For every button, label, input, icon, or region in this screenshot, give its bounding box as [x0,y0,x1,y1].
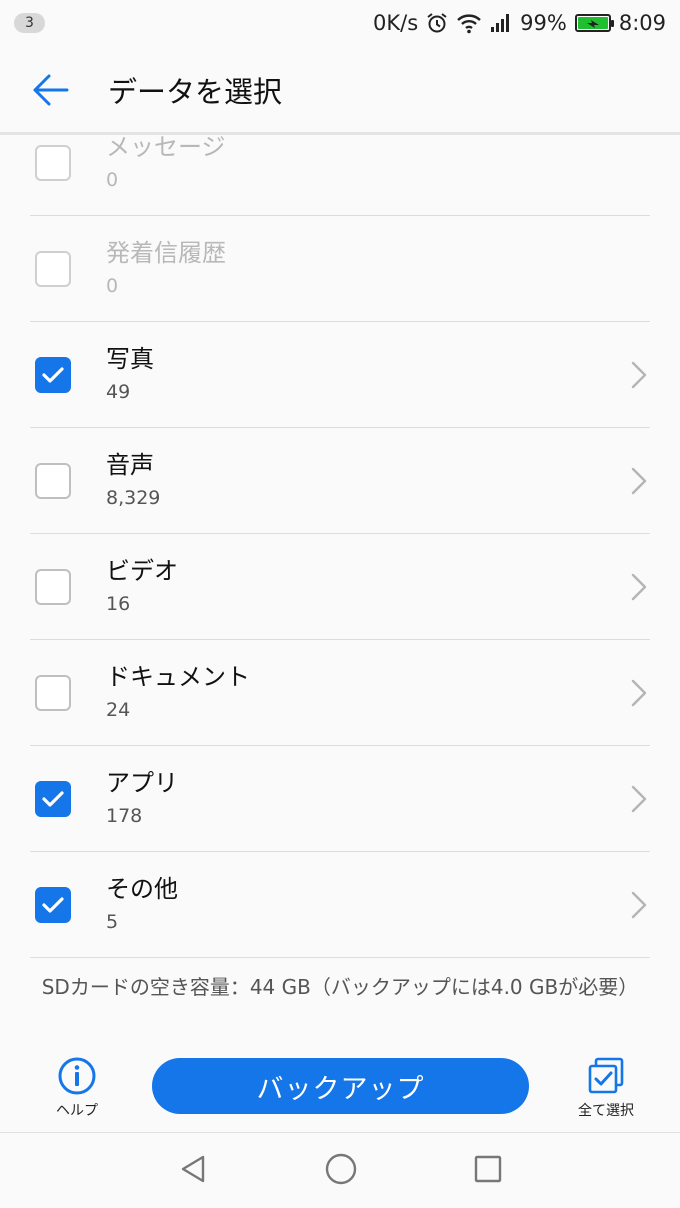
list-item-text: 発着信履歴 0 [106,238,226,298]
backup-button[interactable]: バックアップ [152,1058,529,1114]
list-item-count: 8,329 [106,487,161,509]
checkbox[interactable] [35,675,71,711]
status-bar: 3 0K/s 99% 8:09 [0,0,680,46]
chevron-right-icon [628,890,650,920]
row-divider [30,957,650,958]
system-nav-bar [0,1132,680,1208]
help-label: ヘルプ [56,1103,98,1119]
nav-recents-icon[interactable] [473,1154,503,1188]
storage-info: SDカードの空き容量：44 GB（バックアップには4.0 GBが必要） [41,975,639,999]
select-all-icon [588,1057,624,1094]
list-item-title: 発着信履歴 [106,239,226,267]
status-right: 0K/s 99% 8:09 [373,11,666,35]
list-item[interactable]: 写真 49 [0,322,680,428]
list-item[interactable]: ビデオ 16 [0,534,680,640]
list-item-title: アプリ [106,769,178,797]
nav-back-icon[interactable] [177,1153,209,1189]
battery-percent: 99% [520,11,567,35]
select-all-label: 全て選択 [578,1103,634,1119]
chevron-right-icon [628,678,650,708]
list-item-text: ドキュメント 24 [106,662,250,722]
checkbox[interactable] [35,251,71,287]
nav-home-icon[interactable] [324,1152,358,1190]
list-item[interactable]: その他 5 [0,852,680,958]
list-item[interactable]: ドキュメント 24 [0,640,680,746]
chevron-right-icon [628,784,650,814]
checkbox[interactable] [35,463,71,499]
screen: 3 0K/s 99% 8:09 データを選択 メッセージ 0 発着信履歴 0 写… [0,0,680,1208]
checkmark-icon [42,367,64,383]
chevron-right-icon [628,466,650,496]
clock: 8:09 [618,11,666,35]
page-title: データを選択 [108,75,283,109]
arrow-left-icon [33,74,69,106]
list-item-count: 49 [106,381,131,403]
list-item[interactable]: メッセージ 0 [0,110,680,216]
notification-count-badge: 3 [14,13,45,33]
checkbox[interactable] [35,569,71,605]
list-item-text: その他 5 [106,874,178,934]
list-item-title: ビデオ [106,557,178,585]
select-all-button[interactable]: 全て選択 [568,1056,644,1120]
list-item-title: 音声 [106,451,154,479]
list-item-text: アプリ 178 [106,768,178,828]
list-item[interactable]: 音声 8,329 [0,428,680,534]
list-item-text: メッセージ 0 [106,132,226,192]
list-item[interactable]: アプリ 178 [0,746,680,852]
list-item-title: 写真 [106,345,154,373]
list-item-title: メッセージ [106,133,226,161]
info-icon [58,1057,96,1095]
list-item-count: 16 [106,593,131,615]
list-item-count: 178 [106,805,143,827]
chevron-right-icon [628,572,650,602]
help-button[interactable]: ヘルプ [42,1056,112,1120]
battery-icon [574,14,614,32]
list-item-count: 24 [106,699,131,721]
list-item-text: ビデオ 16 [106,556,178,616]
checkbox[interactable] [35,887,71,923]
checkbox[interactable] [35,145,71,181]
list-item-count: 5 [106,911,119,933]
list-item-text: 写真 49 [106,344,154,404]
checkmark-icon [42,791,64,807]
checkmark-icon [42,897,64,913]
checkbox[interactable] [35,781,71,817]
signal-icon [490,13,512,33]
data-type-list: メッセージ 0 発着信履歴 0 写真 49 音声 8,329 ビデオ 16 ドキュメント 24 アプリ 1… [0,110,680,958]
list-item-title: ドキュメント [106,663,250,691]
list-item-count: 0 [106,169,119,191]
checkbox[interactable] [35,357,71,393]
list-item-count: 0 [106,275,119,297]
chevron-right-icon [628,360,650,390]
wifi-icon [456,12,482,34]
alarm-icon [426,12,448,34]
list-item-title: その他 [106,875,178,903]
list-item[interactable]: 発着信履歴 0 [0,216,680,322]
app-bar-divider [0,132,680,135]
net-speed: 0K/s [372,11,419,35]
list-item-text: 音声 8,329 [106,450,160,510]
